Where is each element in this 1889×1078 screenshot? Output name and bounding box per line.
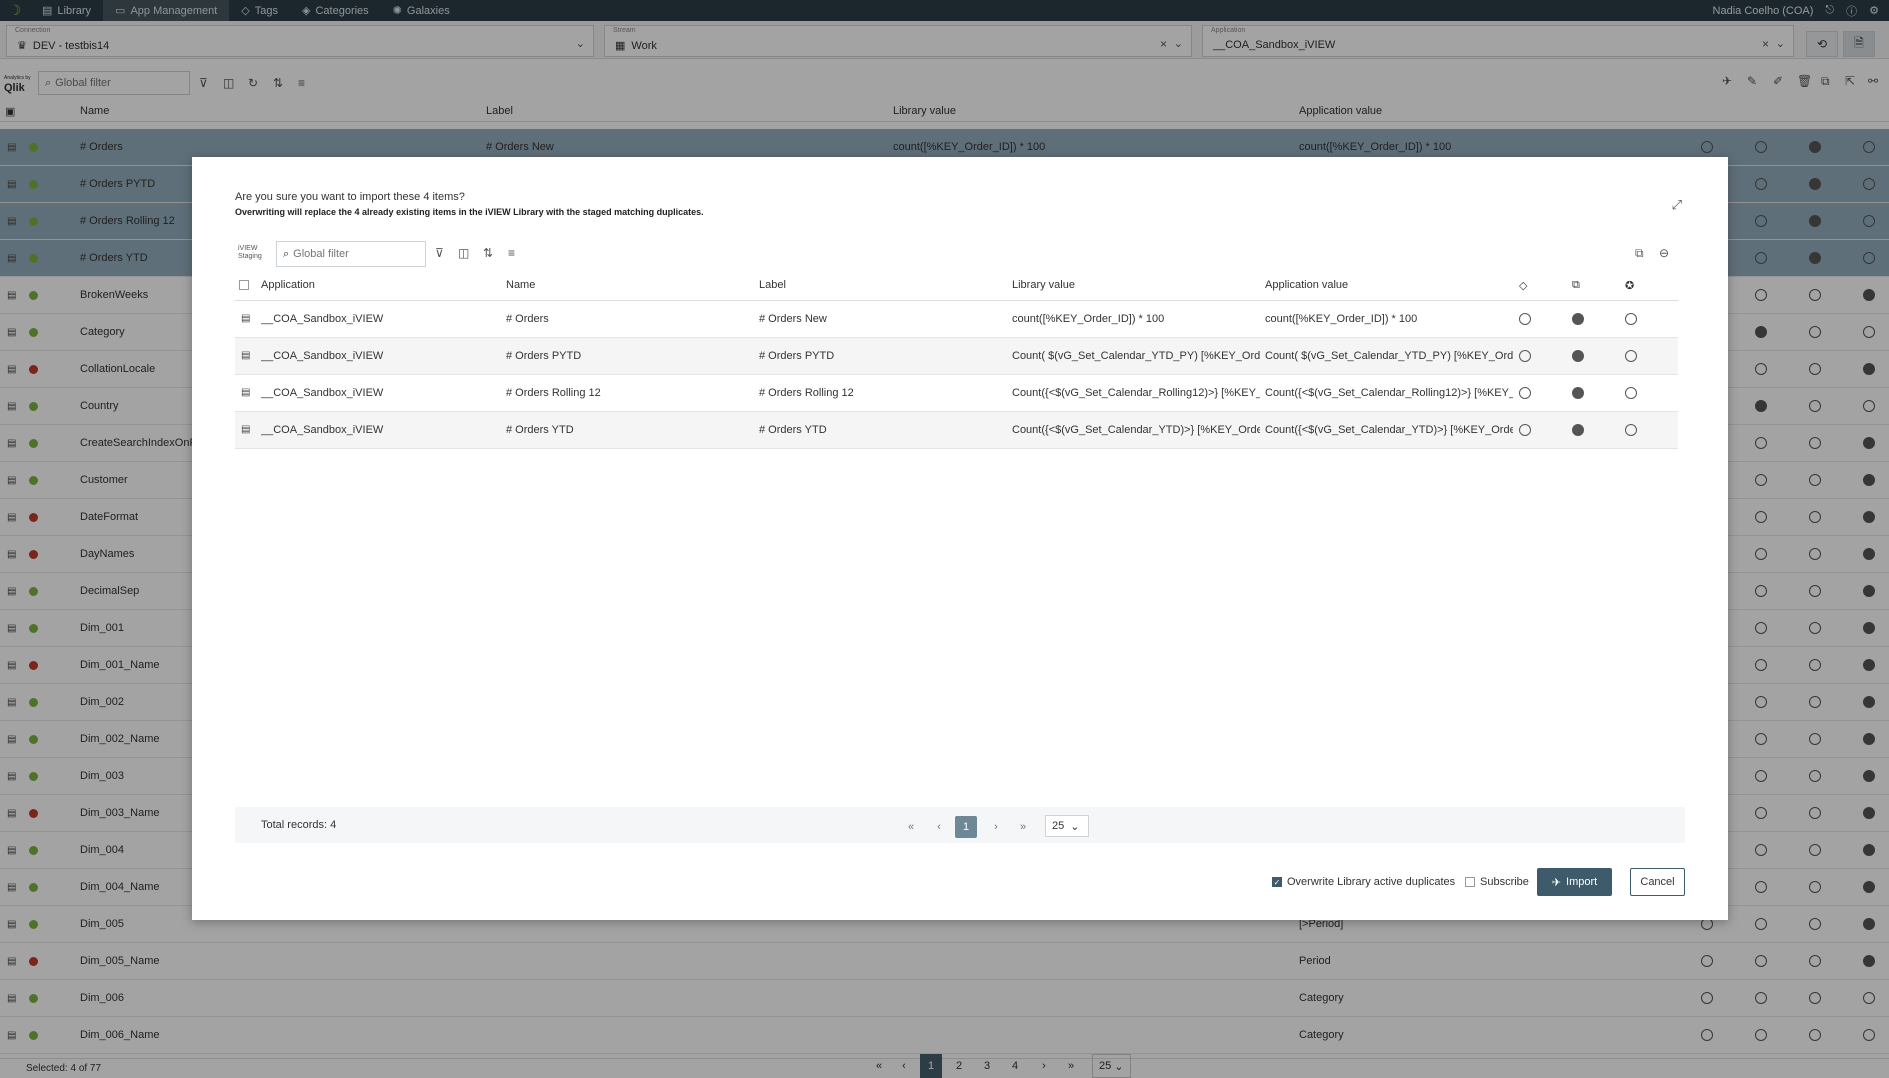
radio-indicator[interactable] <box>1519 350 1531 362</box>
table-row[interactable]: ▤ __COA_Sandbox_iVIEW # Orders # Orders New… <box>235 301 1678 338</box>
rocket-icon: ✈ <box>1551 876 1562 889</box>
expand-icon[interactable]: ⤢ <box>1672 197 1682 213</box>
cell-appval: count([%KEY_Order_ID]) * 100 <box>1265 313 1418 325</box>
cell-app: __COA_Sandbox_iVIEW <box>261 313 384 325</box>
item-type-icon: ▤ <box>241 424 251 435</box>
item-type-icon: ▤ <box>241 387 251 398</box>
import-confirm-dialog: Are you sure you want to import these 4 … <box>192 157 1728 920</box>
page-size-select[interactable]: 25 ⌄ <box>1045 815 1089 837</box>
cell-name: # Orders YTD <box>506 424 574 436</box>
overwrite-checkbox[interactable]: ✓ Overwrite Library active duplicates <box>1272 876 1455 888</box>
radio-indicator[interactable] <box>1625 350 1637 362</box>
chevron-down-icon: ⌄ <box>1070 820 1080 833</box>
cell-app: __COA_Sandbox_iVIEW <box>261 350 384 362</box>
cell-name: # Orders Rolling 12 <box>506 387 601 399</box>
cell-label: # Orders PYTD <box>759 350 835 362</box>
collapse-icon[interactable]: ⊖ <box>1659 246 1669 260</box>
cell-lib: Count({<$(vG_Set_Calendar_YTD)>} [%KEY_O… <box>1012 424 1260 436</box>
table-row[interactable]: ▤ __COA_Sandbox_iVIEW # Orders Rolling 12 #… <box>235 375 1678 412</box>
select-all-checkbox[interactable] <box>239 279 249 291</box>
radio-indicator[interactable] <box>1519 313 1531 325</box>
search-icon: ⌕ <box>283 247 290 260</box>
table-row[interactable]: ▤ __COA_Sandbox_iVIEW # Orders PYTD # Order… <box>235 338 1678 375</box>
copy-icon[interactable]: ⧉ <box>1572 279 1580 292</box>
cell-label: # Orders Rolling 12 <box>759 387 854 399</box>
sort-icon[interactable]: ⇅ <box>483 246 493 260</box>
last-page-button[interactable]: » <box>1012 816 1034 838</box>
radio-indicator[interactable] <box>1572 387 1584 399</box>
wrap-icon[interactable]: ≡ <box>508 246 515 260</box>
item-type-icon: ▤ <box>241 313 251 324</box>
staging-logo: iVIEW Staging <box>238 245 262 260</box>
clear-filter-icon[interactable]: ⊽ <box>435 246 444 260</box>
item-type-icon: ▤ <box>241 350 251 361</box>
dialog-question: Are you sure you want to import these 4 … <box>235 191 465 203</box>
dialog-table-footer: Total records: 4 « ‹ 1 › » 25 ⌄ <box>235 807 1685 843</box>
cell-lib: Count({<$(vG_Set_Calendar_Rolling12)>} [… <box>1012 387 1260 399</box>
next-page-button[interactable]: › <box>985 816 1007 838</box>
cell-label: # Orders YTD <box>759 424 827 436</box>
cell-lib: Count( $(vG_Set_Calendar_YTD_PY) [%KEY_O… <box>1012 350 1260 362</box>
cell-name: # Orders <box>506 313 549 325</box>
badge-icon[interactable]: ✪ <box>1625 279 1634 292</box>
cell-appval: Count( $(vG_Set_Calendar_YTD_PY) [%KEY_O… <box>1265 350 1513 362</box>
dialog-filter-input[interactable] <box>293 248 414 260</box>
subscribe-checkbox[interactable]: Subscribe <box>1465 876 1529 888</box>
cell-appval: Count({<$(vG_Set_Calendar_Rolling12)>} [… <box>1265 387 1513 399</box>
radio-indicator[interactable] <box>1572 424 1584 436</box>
table-row[interactable]: ▤ __COA_Sandbox_iVIEW # Orders YTD # Orders… <box>235 412 1678 449</box>
cancel-button[interactable]: Cancel <box>1630 868 1685 896</box>
import-button[interactable]: ✈ Import <box>1537 868 1612 896</box>
radio-indicator[interactable] <box>1625 387 1637 399</box>
diamond-icon[interactable]: ◇ <box>1519 279 1527 292</box>
dialog-warning: Overwriting will replace the 4 already e… <box>235 207 704 217</box>
cell-app: __COA_Sandbox_iVIEW <box>261 387 384 399</box>
page-button[interactable]: 1 <box>955 816 977 838</box>
total-records: Total records: 4 <box>261 819 337 831</box>
radio-indicator[interactable] <box>1519 424 1531 436</box>
prev-page-button[interactable]: ‹ <box>928 816 950 838</box>
dialog-global-filter[interactable]: ⌕ <box>276 241 426 267</box>
cell-app: __COA_Sandbox_iVIEW <box>261 424 384 436</box>
radio-indicator[interactable] <box>1572 313 1584 325</box>
cell-appval: Count({<$(vG_Set_Calendar_YTD)>} [%KEY_O… <box>1265 424 1513 436</box>
radio-indicator[interactable] <box>1625 424 1637 436</box>
radio-indicator[interactable] <box>1625 313 1637 325</box>
hierarchy-icon[interactable]: ⧉ <box>1635 246 1644 261</box>
radio-indicator[interactable] <box>1572 350 1584 362</box>
dialog-table-header: Application Name Label Library value App… <box>235 270 1678 301</box>
cell-lib: count([%KEY_Order_ID]) * 100 <box>1012 313 1165 325</box>
columns-icon[interactable]: ◫ <box>458 246 469 260</box>
cell-name: # Orders PYTD <box>506 350 582 362</box>
cell-label: # Orders New <box>759 313 827 325</box>
first-page-button[interactable]: « <box>900 816 922 838</box>
radio-indicator[interactable] <box>1519 387 1531 399</box>
